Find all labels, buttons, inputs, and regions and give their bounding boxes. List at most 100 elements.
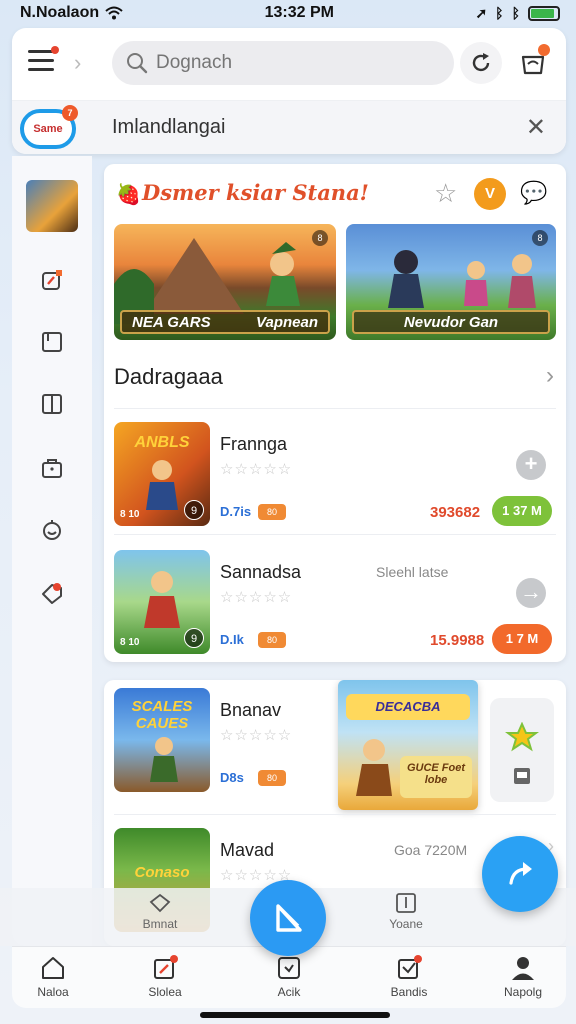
verified-button[interactable]: V [474, 178, 506, 210]
side-tile[interactable] [490, 698, 554, 802]
rail-item-store[interactable] [12, 456, 92, 480]
download-icon [396, 893, 416, 913]
search-input[interactable] [156, 52, 436, 74]
thumb-title: ANBLS [134, 434, 190, 451]
action-icon [276, 955, 302, 981]
rating-stars: ☆☆☆☆☆ [220, 727, 293, 744]
logo-badge: 7 [62, 105, 78, 121]
app-meta: Sleehl latse [376, 564, 449, 580]
bag-icon [40, 456, 64, 480]
smile-icon [40, 518, 64, 542]
play-icon [276, 904, 302, 932]
ghost-tab-right[interactable]: Yoane [366, 892, 446, 931]
promo-card[interactable]: DECACBA GUCE Foet lobe [338, 680, 478, 810]
app-tag: 80 [258, 770, 286, 786]
thumb-control[interactable]: 9 [184, 628, 204, 648]
tile-label: NEA GARS Vapnean [120, 310, 330, 334]
rail-item-split[interactable] [12, 392, 92, 416]
notifications-button[interactable] [512, 42, 554, 84]
ghost-tab-label: Yoane [389, 917, 423, 931]
menu-badge [51, 46, 59, 54]
announcement-banner[interactable]: Same 7 Imlandlangai ✕ [12, 100, 566, 154]
rating-stars: ☆☆☆☆☆ [220, 589, 293, 606]
wifi-icon [105, 6, 123, 20]
nav-item-profile[interactable]: Napolg [478, 955, 568, 999]
rail-item-games[interactable] [12, 268, 92, 292]
tag-icon [40, 582, 64, 606]
home-indicator [200, 1012, 390, 1018]
nav-label: Napolg [503, 985, 543, 999]
games-icon [152, 955, 178, 981]
nav-label: Acik [277, 985, 301, 999]
thumb-title: Conaso [134, 864, 190, 881]
app-name: Frannga [220, 434, 288, 454]
star-badge-icon [505, 722, 539, 752]
nav-item-bands[interactable]: Bandis [364, 955, 454, 999]
chevron-right-icon[interactable]: › [74, 50, 81, 76]
app-thumbnail: ANBLS 8 10 9 [114, 422, 210, 526]
nav-item-action[interactable]: Acik [244, 955, 334, 999]
app-thumbnail: SCALES CAUES [114, 688, 210, 792]
logo-text: Same [33, 123, 63, 135]
nav-label: Naloa [37, 985, 69, 999]
split-icon [40, 392, 64, 416]
app-size: D.Ik [220, 632, 244, 647]
search-bar[interactable] [112, 41, 454, 85]
featured-tile-2[interactable]: 8 Nevudor Gan [346, 224, 556, 340]
app-row[interactable]: 8 10 9 Sannadsa Sleehl latse ☆☆☆☆☆ D.Ik … [104, 542, 566, 662]
nav-item-games[interactable]: Slolea [120, 955, 210, 999]
play-fab[interactable] [250, 880, 326, 956]
refresh-button[interactable] [460, 42, 502, 84]
tile-title: NEA GARS [132, 313, 211, 331]
share-button[interactable]: → [516, 578, 546, 608]
featured-tile-1[interactable]: 8 NEA GARS Vapnean [114, 224, 336, 340]
rail-item-alerts[interactable] [12, 582, 92, 606]
rail-item-library[interactable] [12, 330, 92, 354]
tile-title: Nevudor Gan [352, 310, 550, 334]
share-fab[interactable] [482, 836, 558, 912]
get-button[interactable]: 1 7 M [492, 624, 552, 654]
app-row[interactable]: ANBLS 8 10 9 Frannga ☆☆☆☆☆ D.7is 80 + 39… [104, 414, 566, 534]
add-button[interactable]: + [516, 450, 546, 480]
featured-section: 🍓 Dsmer ksiar Stana! ☆ V 💬 8 NEA GARS Va… [104, 164, 566, 662]
share-arrow-icon [509, 862, 532, 885]
status-time: 13:32 PM [264, 4, 334, 21]
app-tag: 80 [258, 504, 286, 520]
rail-item-game[interactable] [12, 180, 92, 232]
status-bar: N.Noalaon 13:32 PM ➚ ᛒ ᛒ [0, 0, 576, 26]
notification-badge [538, 44, 550, 56]
close-icon[interactable]: ✕ [526, 113, 546, 142]
thumb-control[interactable]: 9 [184, 500, 204, 520]
location-icon: ➚ [475, 4, 488, 21]
ghost-tab-left[interactable]: Bmnat [120, 892, 200, 931]
favorite-star-icon[interactable]: ☆ [434, 178, 457, 209]
square-icon [40, 330, 64, 354]
chevron-right-icon[interactable]: › [546, 362, 554, 390]
image-icon [514, 768, 530, 784]
bluetooth-icon-2: ᛒ [511, 5, 520, 21]
chart-icon [396, 955, 422, 981]
app-tag: 80 [258, 632, 286, 648]
get-button[interactable]: 1 37 M [492, 496, 552, 526]
divider [114, 814, 556, 815]
bluetooth-icon: ᛒ [495, 5, 504, 21]
nav-item-home[interactable]: Naloa [8, 955, 98, 999]
rail-item-rewards[interactable] [12, 518, 92, 542]
app-name: Mavad [220, 840, 275, 860]
section-title: Dadragaaa [114, 364, 223, 389]
divider [114, 408, 556, 409]
carrier-name: N.Noalaon [20, 4, 100, 21]
thumb-tag: 8 10 [120, 637, 140, 648]
banner-text: Imlandlangai [112, 116, 226, 138]
app-price: 393682 [430, 504, 481, 521]
app-logo[interactable]: Same 7 [20, 105, 78, 149]
menu-icon[interactable] [28, 46, 59, 72]
side-rail [12, 156, 92, 946]
battery-icon [527, 5, 560, 21]
ghost-tab-label: Bmnat [142, 917, 178, 931]
promo-art [356, 739, 392, 796]
controller-icon [149, 893, 171, 913]
top-bar: › Same 7 Imlandlangai ✕ [12, 28, 566, 154]
chat-icon[interactable]: 💬 [520, 180, 547, 206]
strawberry-icon: 🍓 [116, 184, 141, 206]
